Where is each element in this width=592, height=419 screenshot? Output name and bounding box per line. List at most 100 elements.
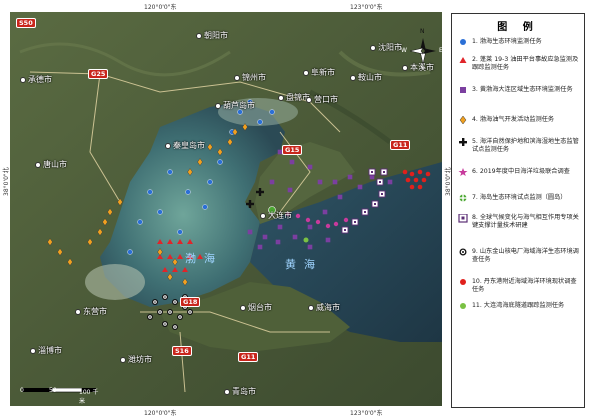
blue-circle-icon: [460, 39, 466, 45]
road-shield: G15: [282, 145, 303, 155]
station-square-in-square: [379, 181, 381, 183]
sea-label-bohai: 渤海: [185, 252, 223, 265]
station-ring-dot: [174, 326, 176, 328]
road-shield: G25: [88, 69, 109, 79]
station-pink-star: [325, 223, 331, 229]
purple-square-icon: [460, 87, 466, 93]
compass-w: W: [401, 47, 407, 54]
station-square-in-square: [344, 229, 346, 231]
graticule-bottom-123: 123°0'0"东: [350, 410, 383, 417]
station-blue-circle: [167, 169, 173, 175]
compass-s: S: [420, 64, 424, 71]
station-ring-dot: [174, 301, 176, 303]
station-square-in-square: [371, 171, 373, 173]
compass-e: E: [439, 47, 442, 54]
legend-label: 6. 2019年度中日海洋垃圾联合调查: [472, 168, 570, 175]
legend-label: 7. 海岛生态环境试点监测（圆岛）: [472, 194, 567, 201]
station-purple-square: [307, 164, 313, 170]
station-purple-square: [275, 239, 281, 245]
red-triangle-icon: [459, 57, 467, 63]
green-cross-circle-icon: [459, 194, 467, 202]
station-square-in-square: [354, 221, 356, 223]
scale-label-50: 50: [49, 387, 57, 394]
station-black-cross: [256, 190, 264, 194]
station-red-circle: [417, 169, 423, 175]
station-pink-star: [305, 217, 311, 223]
station-square-in-square: [364, 211, 366, 213]
station-ring-dot: [154, 301, 156, 303]
legend-label: 1. 渤海生态环境监测任务: [472, 38, 542, 45]
orange-diamond-icon: [459, 116, 467, 125]
station-purple-square: [292, 234, 298, 240]
station-purple-square: [332, 179, 338, 185]
station-red-circle: [413, 177, 419, 183]
graticule-top-120: 120°0'0"东: [144, 4, 177, 11]
station-purple-square: [307, 224, 313, 230]
legend-title: 图 例: [497, 22, 539, 33]
station-blue-circle: [269, 109, 275, 115]
station-purple-square: [337, 194, 343, 200]
satellite-map: 朝阳市 锦州市 阜新市 沈阳市 本溪市 承德市 葫芦岛市 盘锦市 鞍山市 营口市…: [10, 12, 442, 406]
city-label: 淄博市: [30, 345, 62, 356]
scale-label-100: 100 千米: [79, 389, 99, 405]
station-purple-square: [387, 179, 393, 185]
station-purple-square: [287, 187, 293, 193]
station-ring-dot: [179, 316, 181, 318]
compass-n: N: [420, 28, 425, 35]
legend-label: 10. 丹东港附近海域海洋环境现状调查任务: [472, 278, 577, 293]
station-purple-square: [277, 224, 283, 230]
station-ring-dot: [169, 311, 171, 313]
station-red-circle: [409, 171, 415, 177]
station-purple-square: [357, 184, 363, 190]
station-purple-square: [247, 229, 253, 235]
scale-label-0: 0: [20, 387, 24, 394]
legend-panel: 图 例 1. 渤海生态环境监测任务 2. 蓬莱 19-3 油田平台事故应急监测及…: [451, 13, 585, 408]
city-label: 承德市: [20, 74, 52, 85]
city-label: 沈阳市: [370, 42, 402, 53]
road-shield: G11: [390, 140, 411, 150]
legend-label: 4. 渤海油气开发活动监测任务: [472, 116, 555, 123]
legend-label: 9. 山东金山核电厂海域海洋生态环境调查任务: [472, 248, 579, 263]
station-purple-square: [307, 244, 313, 250]
sediment-plume: [85, 264, 145, 300]
black-cross-icon: [459, 138, 467, 146]
station-blue-circle: [137, 219, 143, 225]
station-purple-square: [269, 179, 275, 185]
station-blue-circle: [207, 179, 213, 185]
station-red-circle: [417, 184, 423, 190]
station-purple-square: [317, 179, 323, 185]
station-pink-star: [343, 217, 349, 223]
red-circle-icon: [460, 279, 466, 285]
station-square-in-square: [381, 193, 383, 195]
legend-label: 5. 海洋自然保护地和滨海湿地生态监管试点监测任务: [472, 138, 579, 153]
station-square-in-square: [383, 171, 385, 173]
sea-label-yellow: 黄海: [285, 258, 323, 271]
station-black-cross: [246, 202, 254, 206]
city-label: 营口市: [306, 94, 338, 105]
station-green-circle: [303, 237, 309, 243]
station-blue-circle: [257, 119, 263, 125]
city-label: 锦州市: [234, 72, 266, 83]
station-pink-star: [295, 213, 301, 219]
station-ring-dot: [164, 323, 166, 325]
station-square-in-square: [374, 203, 376, 205]
city-label: 青岛市: [224, 386, 256, 397]
station-blue-circle: [217, 159, 223, 165]
legend-label: 11. 大连湾海底隧道跟踪监测任务: [472, 302, 565, 309]
city-label: 威海市: [308, 302, 340, 313]
city-label: 阜新市: [303, 67, 335, 78]
graticule-bottom-120: 120°0'0"东: [144, 410, 177, 417]
station-purple-square: [262, 234, 268, 240]
station-red-circle: [421, 177, 427, 183]
road-shield: S50: [16, 18, 36, 28]
station-red-circle: [402, 169, 408, 175]
station-ring-dot: [149, 316, 151, 318]
station-purple-square: [257, 244, 263, 250]
ring-dot-icon: [459, 248, 467, 256]
city-label: 鞍山市: [350, 72, 382, 83]
station-blue-circle: [202, 204, 208, 210]
pink-star-icon: [458, 168, 468, 176]
square-in-square-icon: [458, 214, 468, 223]
city-label: 东营市: [75, 306, 107, 317]
station-purple-square: [322, 209, 328, 215]
